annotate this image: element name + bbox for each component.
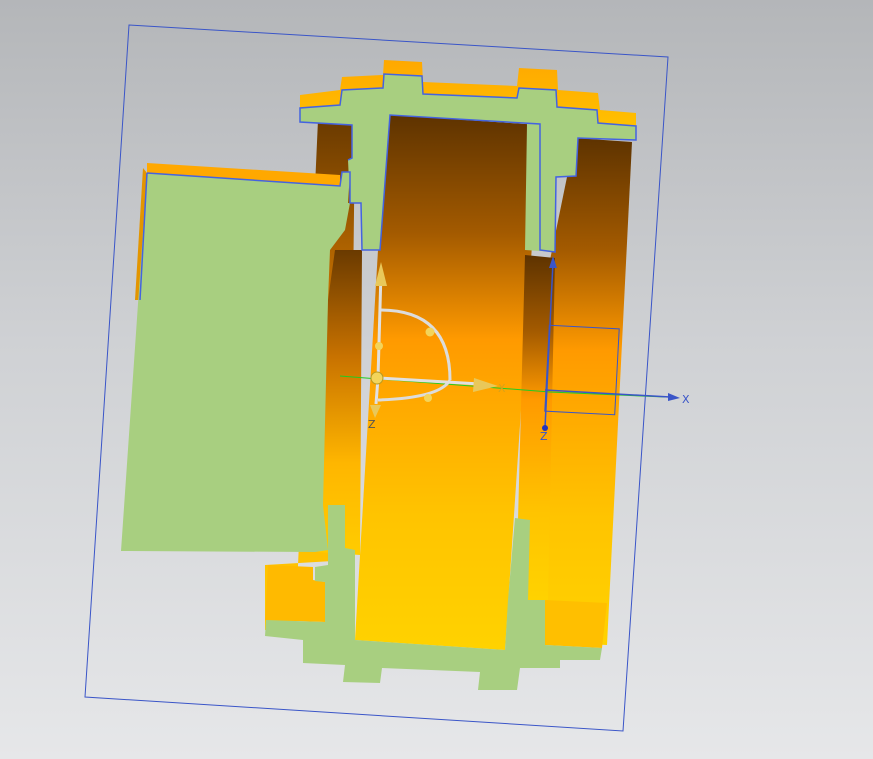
wcs-x-label: X <box>682 393 690 406</box>
graphics-window[interactable]: X Z X Z <box>0 0 873 759</box>
inner-surface-right <box>545 138 632 645</box>
bottom-block-right <box>545 600 607 648</box>
manip-z-label: Z <box>368 418 376 431</box>
wcs-x-arrow-icon <box>668 393 680 401</box>
manip-origin-handle-icon[interactable] <box>370 371 384 385</box>
manip-handle-bottom-icon[interactable] <box>424 394 432 402</box>
wcs-z-label: Z <box>540 430 548 443</box>
manip-x-label: X <box>498 382 506 395</box>
manip-handle-arc-icon[interactable] <box>425 327 435 337</box>
section-face-left-slab <box>121 172 350 552</box>
manip-handle-top-icon[interactable] <box>375 342 383 350</box>
